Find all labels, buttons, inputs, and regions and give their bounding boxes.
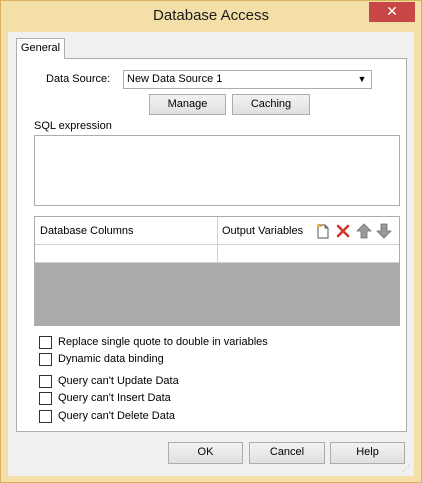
checkbox[interactable] [39, 353, 52, 366]
option-label: Query can't Insert Data [58, 392, 171, 404]
manage-button[interactable]: Manage [149, 94, 226, 115]
window-title: Database Access [153, 7, 269, 24]
move-down-icon[interactable] [375, 222, 393, 240]
delete-row-icon[interactable] [334, 222, 352, 240]
dialog-client: General Data Source: New Data Source 1 ▼… [8, 32, 414, 476]
general-panel: Data Source: New Data Source 1 ▼ Manage … [16, 58, 407, 432]
checkbox[interactable] [39, 336, 52, 349]
sql-expression-textarea[interactable] [34, 135, 400, 206]
option-label: Query can't Delete Data [58, 410, 176, 422]
column-header-database-columns[interactable]: Database Columns [40, 225, 134, 237]
sql-expression-label: SQL expression [34, 120, 112, 132]
data-source-dropdown[interactable]: New Data Source 1 ▼ [123, 70, 372, 89]
option-label: Query can't Update Data [58, 375, 179, 387]
tab-general[interactable]: General [16, 38, 65, 59]
columns-grid: Database Columns Output Variables [34, 216, 400, 326]
option-label: Replace single quote to double in variab… [58, 336, 268, 348]
move-up-icon[interactable] [355, 222, 373, 240]
column-header-output-variables[interactable]: Output Variables [222, 225, 303, 237]
option-label: Dynamic data binding [58, 353, 164, 365]
data-source-label: Data Source: [46, 73, 111, 85]
close-button[interactable]: ✕ [369, 2, 415, 22]
checkbox[interactable] [39, 392, 52, 405]
ok-button[interactable]: OK [168, 442, 243, 464]
database-access-dialog: Database Access ✕ General Data Source: N… [0, 0, 422, 483]
data-source-value: New Data Source 1 [127, 73, 223, 85]
checkbox[interactable] [39, 410, 52, 423]
new-row-icon[interactable] [314, 222, 332, 240]
caching-button[interactable]: Caching [232, 94, 310, 115]
column-divider [217, 217, 218, 263]
title-bar[interactable]: Database Access ✕ [1, 1, 421, 32]
resize-grip[interactable]: ⋰ [402, 464, 412, 474]
checkbox[interactable] [39, 375, 52, 388]
chevron-down-icon[interactable]: ▼ [356, 71, 368, 88]
help-button[interactable]: Help [330, 442, 405, 464]
cancel-button[interactable]: Cancel [249, 442, 325, 464]
